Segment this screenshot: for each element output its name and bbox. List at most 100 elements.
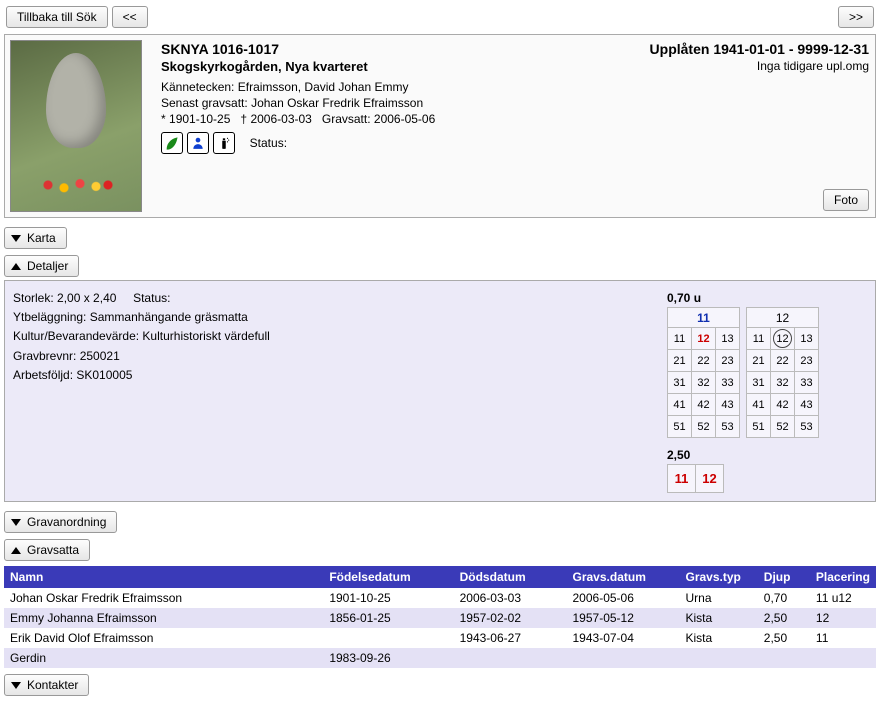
plot-col12-header: 12 (746, 307, 819, 327)
birth-prefix: * (161, 112, 166, 126)
plot-cell[interactable]: 23 (795, 350, 819, 372)
foto-button[interactable]: Foto (823, 189, 869, 211)
plot-cell[interactable]: 33 (716, 372, 740, 394)
plot-cell[interactable]: 11 (668, 328, 692, 350)
col-fodelse[interactable]: Födelsedatum (323, 566, 453, 588)
gravbrev-value: 250021 (80, 349, 120, 363)
chevron-down-icon (11, 682, 21, 689)
col-plac[interactable]: Placering (810, 566, 876, 588)
kultur-value: Kulturhistoriskt värdefull (142, 329, 269, 343)
plot-cell[interactable]: 13 (795, 328, 819, 350)
plot-lower-label: 2,50 (667, 448, 867, 462)
plot-cell[interactable]: 22 (771, 350, 795, 372)
next-button[interactable]: >> (838, 6, 874, 28)
kannetecken-label: Kännetecken: (161, 80, 234, 94)
plot-cell[interactable]: 32 (771, 372, 795, 394)
birth-date: 1901-10-25 (169, 112, 230, 126)
plot-cell[interactable]: 22 (692, 350, 716, 372)
gravbrev-label: Gravbrevnr: (13, 349, 76, 363)
table-row[interactable]: Emmy Johanna Efraimsson1856-01-251957-02… (4, 608, 876, 628)
plot-cell[interactable]: 23 (716, 350, 740, 372)
person-icon[interactable] (187, 132, 209, 154)
prev-button[interactable]: << (112, 6, 148, 28)
ytbelaggning-label: Ytbeläggning: (13, 310, 86, 324)
detaljer-panel: Storlek: 2,00 x 2,40 Status: Ytbeläggnin… (4, 280, 876, 502)
plot-cell[interactable]: 53 (716, 416, 740, 438)
kontakter-label: Kontakter (27, 678, 78, 692)
plot-cell[interactable]: 11 (668, 465, 696, 493)
plot-cell[interactable]: 31 (747, 372, 771, 394)
plot-grid-lower: 11 12 (667, 464, 724, 493)
grave-photo-thumbnail[interactable] (11, 41, 141, 211)
plot-cell[interactable]: 11 (747, 328, 771, 350)
plot-cell[interactable]: 42 (771, 394, 795, 416)
top-bar: Tillbaka till Sök << >> (4, 4, 876, 30)
plot-cell[interactable]: 52 (692, 416, 716, 438)
gravsatta-toggle[interactable]: Gravsatta (4, 539, 90, 561)
plot-cell[interactable]: 33 (795, 372, 819, 394)
plot-cell[interactable]: 32 (692, 372, 716, 394)
gravsatta-table: Namn Födelsedatum Dödsdatum Gravs.datum … (4, 566, 876, 668)
karta-toggle[interactable]: Karta (4, 227, 67, 249)
kontakter-toggle[interactable]: Kontakter (4, 674, 89, 696)
plot-cell[interactable]: 41 (668, 394, 692, 416)
plot-cell[interactable]: 51 (668, 416, 692, 438)
details-status-label: Status: (133, 291, 170, 305)
storlek-label: Storlek: (13, 291, 54, 305)
plot-cell[interactable]: 13 (716, 328, 740, 350)
death-prefix: † (240, 112, 247, 126)
karta-label: Karta (27, 231, 56, 245)
back-to-search-button[interactable]: Tillbaka till Sök (6, 6, 108, 28)
flowers-shape (36, 171, 116, 199)
plot-cell[interactable]: 42 (692, 394, 716, 416)
plot-cell[interactable]: 52 (771, 416, 795, 438)
col-namn[interactable]: Namn (4, 566, 323, 588)
plot-cell[interactable]: 43 (716, 394, 740, 416)
plot-cell[interactable]: 51 (747, 416, 771, 438)
chevron-up-icon (11, 263, 21, 270)
kultur-label: Kultur/Bevarandevärde: (13, 329, 139, 343)
kannetecken-value: Efraimsson, David Johan Emmy (238, 80, 409, 94)
plot-cell[interactable]: 43 (795, 394, 819, 416)
plot-cell[interactable]: 53 (795, 416, 819, 438)
plot-cell[interactable]: 41 (747, 394, 771, 416)
plot-grid-12: 111213 212223 313233 414243 515253 (746, 327, 819, 438)
table-row[interactable]: Gerdin1983-09-26 (4, 648, 876, 668)
col-dods[interactable]: Dödsdatum (454, 566, 567, 588)
storlek-value: 2,00 x 2,40 (57, 291, 116, 305)
plot-col11-header: 11 (667, 307, 740, 327)
stone-shape (46, 53, 106, 148)
gravanordning-label: Gravanordning (27, 515, 106, 529)
arbetsfoljd-label: Arbetsföljd: (13, 368, 73, 382)
upplaten-range: Upplåten 1941-01-01 - 9999-12-31 (609, 41, 869, 57)
gravsatt-value: 2006-05-06 (374, 112, 435, 126)
plot-cell[interactable]: 12 (692, 328, 716, 350)
gravsatt-label: Gravsatt: (322, 112, 371, 126)
table-row[interactable]: Erik David Olof Efraimsson1943-06-271943… (4, 628, 876, 648)
plot-cell[interactable]: 12 (771, 328, 795, 350)
table-row[interactable]: Johan Oskar Fredrik Efraimsson1901-10-25… (4, 588, 876, 608)
arbetsfoljd-value: SK010005 (76, 368, 132, 382)
plot-cell[interactable]: 12 (696, 465, 724, 493)
gravanordning-toggle[interactable]: Gravanordning (4, 511, 117, 533)
plot-cell[interactable]: 21 (747, 350, 771, 372)
col-typ[interactable]: Gravs.typ (679, 566, 757, 588)
gravsatta-label: Gravsatta (27, 543, 79, 557)
col-gravs[interactable]: Gravs.datum (567, 566, 680, 588)
col-djup[interactable]: Djup (758, 566, 810, 588)
status-label: Status: (250, 136, 287, 150)
senast-label: Senast gravsatt: (161, 96, 248, 110)
death-date: 2006-03-03 (250, 112, 311, 126)
upplaten-note: Inga tidigare upl.omg (609, 59, 869, 73)
summary-card: SKNYA 1016-1017 Skogskyrkogården, Nya kv… (4, 34, 876, 218)
chevron-down-icon (11, 235, 21, 242)
grave-id-title: SKNYA 1016-1017 (161, 41, 609, 57)
leaf-icon[interactable] (161, 132, 183, 154)
chevron-up-icon (11, 547, 21, 554)
chevron-down-icon (11, 519, 21, 526)
plot-cell[interactable]: 31 (668, 372, 692, 394)
detaljer-toggle[interactable]: Detaljer (4, 255, 79, 277)
detaljer-label: Detaljer (27, 259, 68, 273)
plot-cell[interactable]: 21 (668, 350, 692, 372)
spray-icon[interactable] (213, 132, 235, 154)
